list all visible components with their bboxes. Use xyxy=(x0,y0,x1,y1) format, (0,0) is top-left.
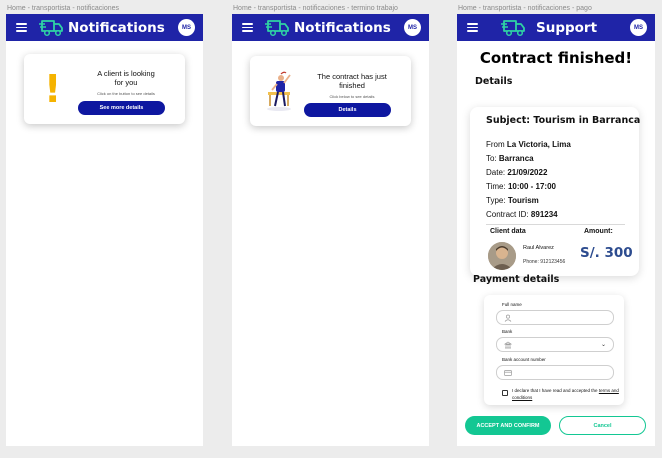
user-avatar[interactable]: MS xyxy=(178,19,195,36)
terms-declaration: I declare that I have read and accepted … xyxy=(512,388,619,400)
bank-account-label: Bank account number xyxy=(502,357,546,362)
bank-icon xyxy=(504,341,512,349)
details-button[interactable]: Details xyxy=(304,103,391,117)
notification-hint: Click below to see details xyxy=(329,94,375,99)
breadcrumb: Home - transportista - notificaciones - … xyxy=(233,5,398,12)
accept-and-confirm-button[interactable]: ACCEPT AND CONFIRM xyxy=(465,416,551,435)
user-icon xyxy=(504,314,512,322)
client-phone: Phone: 912123456 xyxy=(523,259,566,265)
app-title: Support xyxy=(536,20,598,36)
page-heading: Contract finished! xyxy=(479,49,633,67)
truck-logo-icon xyxy=(39,20,63,37)
user-avatar[interactable]: MS xyxy=(404,19,421,36)
truck-logo-icon xyxy=(265,20,289,37)
amount-label: Amount: xyxy=(584,228,613,235)
bank-label: Bank xyxy=(502,329,513,334)
notification-hint: Click on the button to see details xyxy=(97,91,155,96)
detail-row-from: From La Victoria, Lima xyxy=(486,140,571,149)
divider xyxy=(486,224,625,225)
notifications-screen: Notifications MS The contract has just f… xyxy=(232,14,429,446)
card-icon xyxy=(504,370,512,376)
breadcrumb: Home - transportista - notificaciones - … xyxy=(458,5,592,12)
full-name-label: Full name xyxy=(502,302,522,307)
terms-checkbox[interactable] xyxy=(502,390,508,396)
client-data-label: Client data xyxy=(490,228,526,235)
chevron-down-icon: ⌄ xyxy=(600,342,606,348)
amount-value: S/. 300 xyxy=(580,245,633,261)
notification-message: The contract has just finished xyxy=(317,72,387,90)
cancel-button[interactable]: Cancel xyxy=(559,416,646,435)
notification-card[interactable]: The contract has just finished Click bel… xyxy=(250,56,411,126)
bank-account-input[interactable] xyxy=(496,365,614,380)
menu-icon[interactable] xyxy=(242,23,253,32)
app-bar: Notifications MS xyxy=(6,14,203,41)
truck-logo-icon xyxy=(501,20,525,37)
menu-icon[interactable] xyxy=(16,23,27,32)
menu-icon[interactable] xyxy=(467,23,478,32)
see-more-details-button[interactable]: See more details xyxy=(78,101,165,115)
contract-subject: Subject: Tourism in Barranca xyxy=(486,115,641,126)
detail-row-type: Type: Tourism xyxy=(486,196,539,205)
app-title: Notifications xyxy=(68,20,165,36)
user-avatar[interactable]: MS xyxy=(630,19,647,36)
detail-row-contract-id: Contract ID: 891234 xyxy=(486,210,558,219)
payment-form-card: Full name Bank ⌄ Bank account number I d… xyxy=(484,295,624,405)
exclamation-icon: ! xyxy=(44,67,62,111)
client-name: Raul Alvarez xyxy=(523,245,554,251)
breadcrumb: Home - transportista - notificaciones xyxy=(7,5,120,12)
contract-details-card: Subject: Tourism in Barranca From La Vic… xyxy=(470,107,641,276)
detail-row-time: Time: 10:00 - 17:00 xyxy=(486,182,556,191)
app-bar: Notifications MS xyxy=(232,14,429,41)
detail-row-to: To: Barranca xyxy=(486,154,534,163)
notifications-screen: Notifications MS ! A client is looking f… xyxy=(6,14,203,446)
full-name-input[interactable] xyxy=(496,310,614,325)
app-bar: Support MS xyxy=(457,14,655,41)
app-title: Notifications xyxy=(294,20,391,36)
support-screen: Support MS Contract finished! Details Su… xyxy=(457,14,655,446)
notification-message: A client is looking for you xyxy=(97,69,155,87)
worker-illustration-icon xyxy=(267,71,291,111)
notification-card[interactable]: ! A client is looking for you Click on t… xyxy=(24,54,185,124)
client-avatar xyxy=(488,242,516,270)
details-section-title: Details xyxy=(475,76,513,87)
payment-section-title: Payment details xyxy=(473,274,560,285)
detail-row-date: Date: 21/09/2022 xyxy=(486,168,548,177)
bank-select[interactable]: ⌄ xyxy=(496,337,614,352)
